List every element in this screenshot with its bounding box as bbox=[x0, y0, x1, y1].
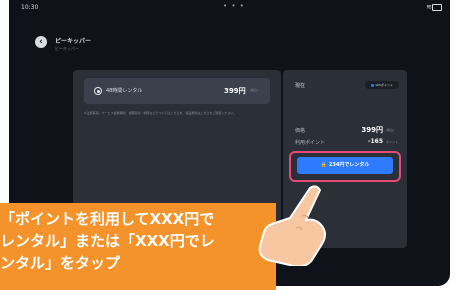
option-label: 48時間レンタル bbox=[106, 88, 143, 94]
page-title: ピーキッパー bbox=[55, 38, 92, 45]
points-badge-text: 165ポイント bbox=[375, 83, 393, 87]
rental-notes: ※注意事項。サービス提供期間、視聴環境・制限などについてはこちらを、返品規約はこ… bbox=[84, 111, 237, 115]
rent-button[interactable]: 🔒 234円でレンタル bbox=[297, 157, 393, 174]
status-time: 10:30 bbox=[21, 4, 39, 11]
current-label: 現在 bbox=[295, 83, 306, 89]
option-tax: (税込) bbox=[250, 88, 259, 92]
callout-line-1: 「ポイントを利用してXXX円で bbox=[0, 210, 215, 228]
use-points-value: -165 bbox=[367, 138, 383, 145]
radio-selected-icon[interactable] bbox=[94, 87, 102, 95]
instruction-callout: 「ポイントを利用してXXX円で レンタル」または「XXX円でレ ンタル」をタップ bbox=[0, 203, 276, 290]
window-dots: • • • bbox=[223, 2, 245, 10]
page-subtitle: ピーキッパー bbox=[55, 46, 79, 51]
rental-option-48h[interactable]: 48時間レンタル 399円 (税込) bbox=[84, 78, 270, 104]
option-price: 399円 bbox=[224, 87, 246, 95]
status-bar: 10:30 • • • ≋ bbox=[9, 0, 450, 14]
points-badge: 165ポイント bbox=[365, 81, 399, 89]
price-tax: (税込) bbox=[386, 128, 395, 132]
rent-button-label: 234円でレンタル bbox=[328, 162, 370, 168]
pointing-hand-icon bbox=[258, 185, 326, 266]
use-points-label: 利用ポイント bbox=[295, 140, 326, 146]
use-points-unit: ポイント bbox=[386, 140, 399, 144]
battery-icon bbox=[432, 4, 442, 11]
callout-line-2: レンタル」または「XXX円でレ bbox=[0, 232, 215, 250]
price-value: 399円 bbox=[361, 126, 383, 134]
callout-line-3: ンタル」をタップ bbox=[0, 254, 121, 272]
price-label: 価格 bbox=[295, 128, 306, 134]
lock-icon: 🔒 bbox=[320, 162, 327, 168]
points-dot-icon bbox=[371, 83, 375, 87]
back-button[interactable]: ‹ bbox=[35, 36, 47, 48]
